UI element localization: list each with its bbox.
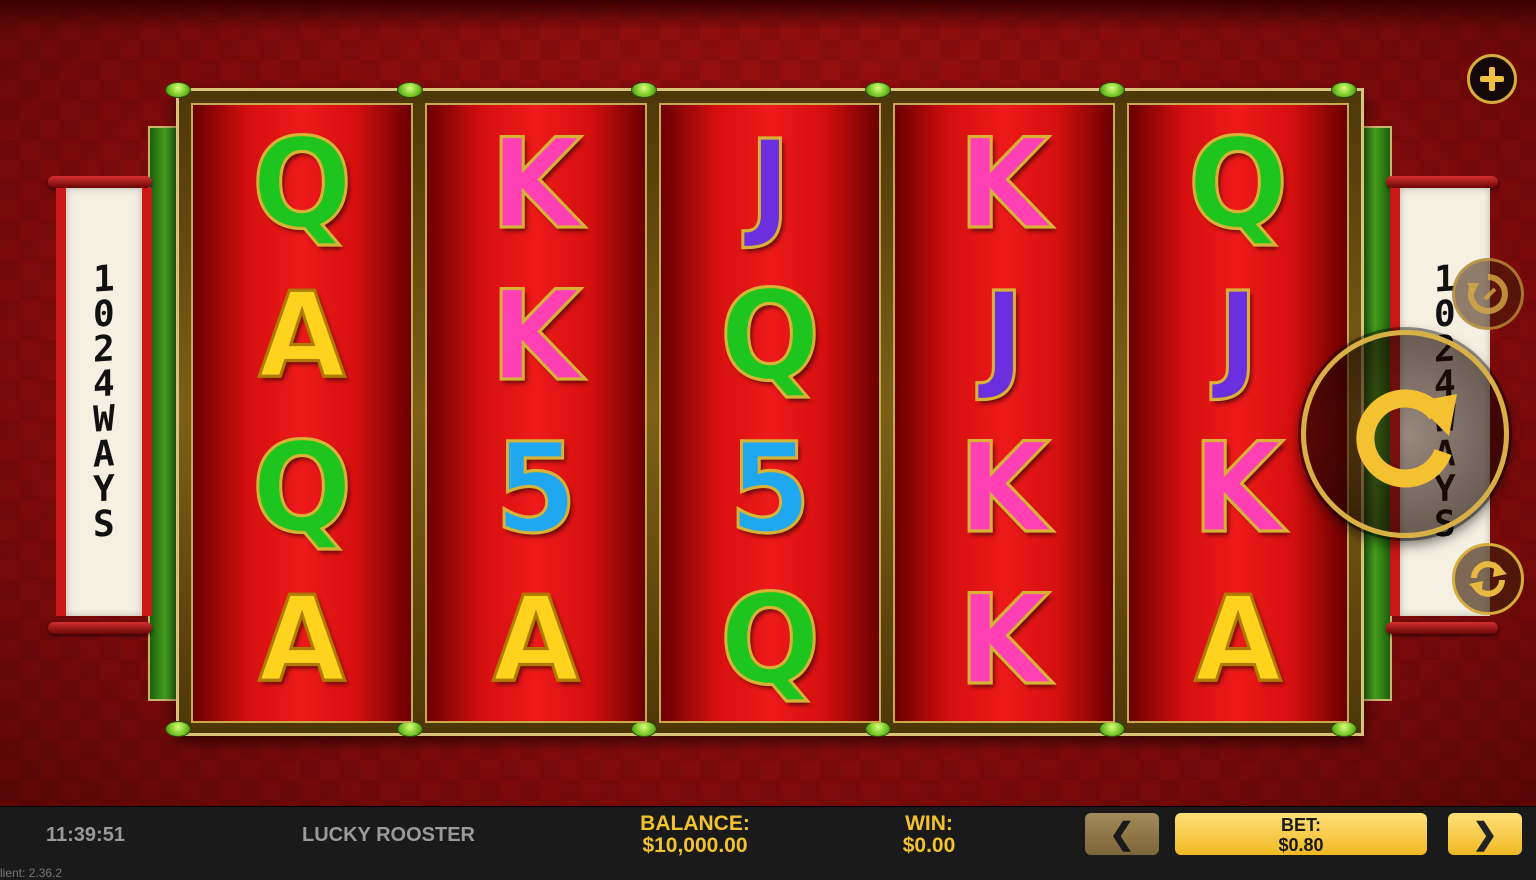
- symbol-q: Q: [1186, 111, 1289, 257]
- scroll-char: S: [93, 503, 115, 546]
- symbol-k: K: [1191, 415, 1285, 561]
- refresh-icon: [1469, 561, 1507, 597]
- clock: 11:39:51: [46, 824, 125, 846]
- symbol-q: Q: [718, 567, 821, 713]
- scroll-char: A: [93, 433, 115, 476]
- frame-knob: [1331, 82, 1357, 98]
- balance-label: BALANCE:: [640, 812, 750, 835]
- plus-icon: [1480, 67, 1504, 91]
- symbol-q: Q: [250, 415, 353, 561]
- reel-cell: Q: [661, 563, 879, 717]
- quickspin-button[interactable]: [1452, 543, 1524, 615]
- bet-decrease-button[interactable]: ❮: [1085, 813, 1159, 855]
- chevron-right-icon: ❯: [1472, 817, 1498, 851]
- reel-frame: QAQAKK5AJQ5QKJKKQJKA: [165, 82, 1364, 737]
- frame-knob: [631, 82, 657, 98]
- scroll-char: W: [93, 398, 115, 441]
- frame-knob: [1331, 721, 1357, 737]
- right-scroll-rod-bottom: [1386, 622, 1498, 634]
- scroll-char: 0: [93, 293, 115, 336]
- reel-cell: K: [895, 563, 1113, 717]
- balance-value: $10,000.00: [642, 834, 748, 857]
- client-version: lient: 2.36.2: [0, 866, 63, 880]
- reel-cell: J: [661, 107, 879, 261]
- reel-cell: A: [427, 563, 645, 717]
- reel-cell: K: [427, 107, 645, 261]
- right-scroll-rod-top: [1386, 176, 1498, 188]
- symbol-a: A: [1193, 571, 1283, 709]
- symbol-k: K: [957, 415, 1051, 561]
- reel-1: QAQA: [191, 103, 413, 723]
- bet-increase-button[interactable]: ❯: [1448, 813, 1522, 855]
- bet-value: $0.80: [1278, 835, 1324, 855]
- left-ways-scroll: 1024WAYS: [56, 188, 152, 616]
- reel-2: KK5A: [425, 103, 647, 723]
- frame-knob: [397, 82, 423, 98]
- reel-cell: Q: [193, 411, 411, 565]
- symbol-k: K: [489, 263, 583, 409]
- symbol-k: K: [957, 567, 1051, 713]
- autoplay-button[interactable]: [1452, 258, 1524, 330]
- scroll-char: 2: [93, 328, 115, 371]
- symbol-q: Q: [718, 263, 821, 409]
- frame-knob: [865, 721, 891, 737]
- reel-cell: Q: [661, 259, 879, 413]
- frame-knob: [865, 82, 891, 98]
- symbol-j: J: [1216, 267, 1261, 405]
- frame-knob: [631, 721, 657, 737]
- left-scroll-rod-bottom: [48, 622, 152, 634]
- win-display: WIN: $0.00: [880, 813, 978, 857]
- reel-4: KJKK: [893, 103, 1115, 723]
- symbol-q: Q: [250, 111, 353, 257]
- balance-display: BALANCE: $10,000.00: [620, 813, 770, 857]
- frame-knob: [165, 721, 191, 737]
- chevron-left-icon: ❮: [1109, 817, 1135, 851]
- spin-button[interactable]: [1301, 330, 1509, 538]
- symbol-k: K: [489, 111, 583, 257]
- reel-cell: K: [895, 107, 1113, 261]
- bet-label: BET:: [1281, 815, 1321, 835]
- symbol-5: 5: [493, 415, 578, 561]
- reel-cell: K: [895, 411, 1113, 565]
- reel-cell: A: [193, 259, 411, 413]
- win-label: WIN:: [905, 812, 953, 835]
- reel-cell: A: [1129, 563, 1347, 717]
- frame-knob: [1099, 82, 1125, 98]
- scroll-char: 4: [93, 363, 115, 406]
- frame-knob: [165, 82, 191, 98]
- scroll-char: 1: [93, 258, 115, 301]
- reel-cell: K: [427, 259, 645, 413]
- reel-cell: 5: [661, 411, 879, 565]
- symbol-a: A: [257, 267, 347, 405]
- symbol-k: K: [957, 111, 1051, 257]
- reel-cell: A: [193, 563, 411, 717]
- bet-options-button[interactable]: [1467, 54, 1517, 104]
- symbol-a: A: [257, 571, 347, 709]
- reel-cell: Q: [193, 107, 411, 261]
- reel-cell: Q: [1129, 107, 1347, 261]
- scroll-char: Y: [93, 468, 115, 511]
- left-scroll-rod-top: [48, 176, 152, 188]
- reel-cell: 5: [427, 411, 645, 565]
- symbol-j: J: [748, 115, 793, 253]
- symbol-5: 5: [727, 415, 812, 561]
- win-value: $0.00: [902, 834, 956, 857]
- reel-cell: J: [895, 259, 1113, 413]
- game-title: LUCKY ROOSTER: [302, 824, 475, 846]
- bet-display[interactable]: BET: $0.80: [1175, 813, 1427, 855]
- autoplay-icon: [1467, 274, 1508, 314]
- symbol-j: J: [982, 267, 1027, 405]
- spin-arrow-icon: [1356, 389, 1457, 488]
- symbol-a: A: [491, 571, 581, 709]
- frame-knob: [397, 721, 423, 737]
- reel-3: JQ5Q: [659, 103, 881, 723]
- frame-knob: [1099, 721, 1125, 737]
